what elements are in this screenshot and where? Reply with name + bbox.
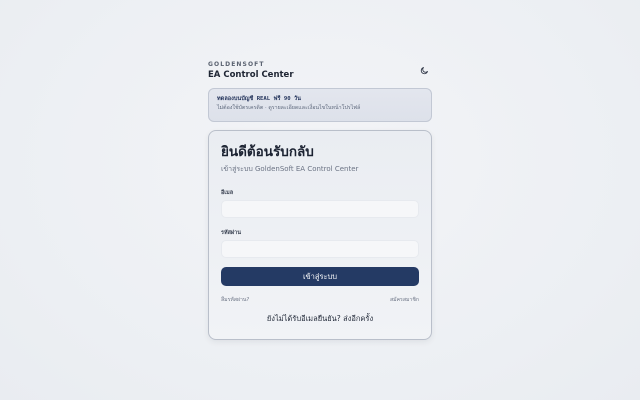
brand-app-name: EA Control Center — [208, 70, 294, 80]
signup-link[interactable]: สมัครสมาชิก — [390, 297, 419, 304]
app-header: GOLDENSOFT EA Control Center — [208, 61, 432, 83]
login-card: ยินดีต้อนรับกลับ เข้าสู่ระบบ GoldenSoft … — [208, 130, 432, 340]
notice-text: ไม่ต้องใช้บัตรเครดิต · ดูรายละเอียดและเง… — [217, 105, 361, 111]
notice-title: ทดลองบนบัญชี REAL ฟรี 90 วัน — [217, 96, 301, 102]
resend-verification-link[interactable]: ยังไม่ได้รับอีเมลยืนยัน? ส่งอีกครั้ง — [209, 314, 431, 324]
password-field[interactable] — [221, 240, 419, 258]
trial-notice: ทดลองบนบัญชี REAL ฟรี 90 วัน ไม่ต้องใช้บ… — [208, 88, 432, 122]
forgot-password-link[interactable]: ลืมรหัสผ่าน? — [221, 297, 249, 304]
email-field[interactable] — [221, 200, 419, 218]
login-subtitle: เข้าสู่ระบบ GoldenSoft EA Control Center — [221, 165, 359, 173]
login-title: ยินดีต้อนรับกลับ — [221, 144, 314, 160]
password-label: รหัสผ่าน — [221, 230, 242, 236]
theme-toggle-button[interactable] — [418, 64, 430, 76]
login-button[interactable]: เข้าสู่ระบบ — [221, 267, 419, 286]
email-label: อีเมล — [221, 190, 234, 196]
moon-icon — [420, 66, 428, 74]
brand-company: GOLDENSOFT — [208, 61, 265, 68]
